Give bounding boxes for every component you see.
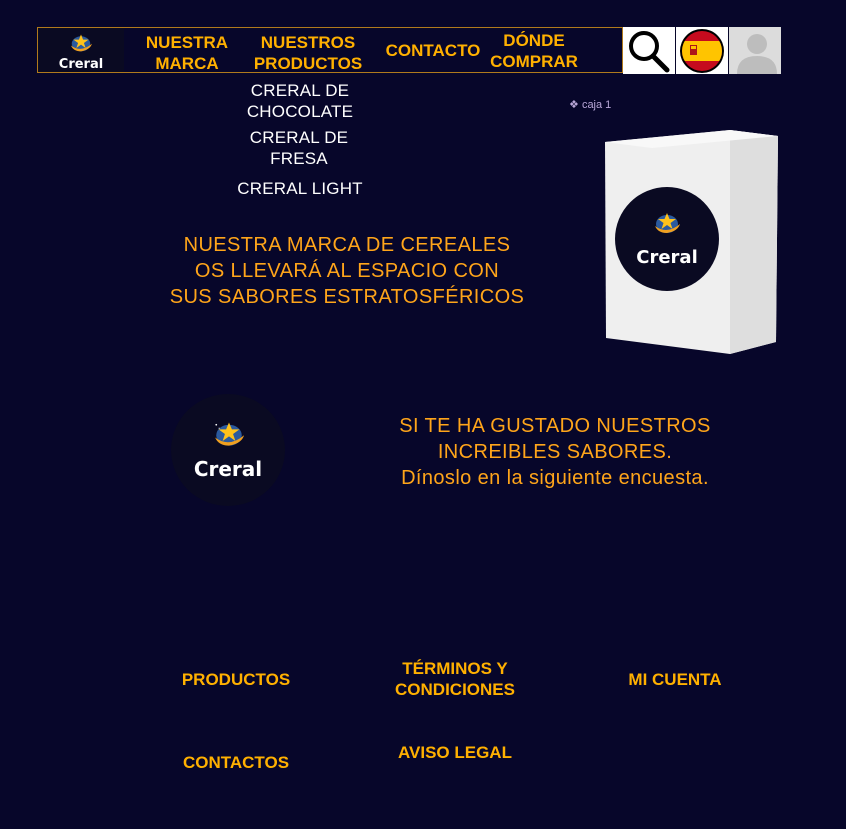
hero-slogan: NUESTRA MARCA DE CEREALES OS LLEVARÁ AL … (150, 232, 544, 310)
survey-line2: INCREIBLES SABORES. (437, 441, 673, 463)
search-button[interactable] (623, 27, 675, 74)
account-button[interactable] (729, 27, 781, 74)
submenu-creral-chocolate-line1: CRERAL DE (250, 81, 350, 100)
product-image-caption: ❖ caja 1 (569, 98, 611, 111)
footer-terminos-line2: CONDICIONES (395, 680, 515, 699)
footer-terminos-link[interactable]: TÉRMINOS Y CONDICIONES (380, 658, 530, 700)
main-navbar: Creral NUESTRA MARCA NUESTROS PRODUCTOS … (37, 27, 623, 73)
footer-mi-cuenta-link[interactable]: MI CUENTA (612, 669, 738, 690)
footer-contactos-link[interactable]: CONTACTOS (166, 752, 306, 773)
nav-donde-comprar-line2: COMPRAR (490, 52, 578, 71)
submenu-creral-light[interactable]: CRERAL LIGHT (230, 178, 370, 199)
footer-productos-link[interactable]: PRODUCTOS (166, 669, 306, 690)
box-logo-text: Creral (636, 247, 698, 268)
footer-aviso-legal-link[interactable]: AVISO LEGAL (384, 742, 526, 763)
submenu-creral-light-line1: CRERAL LIGHT (237, 179, 363, 198)
nav-nuestros-productos-line1: NUESTROS (260, 33, 356, 52)
hero-line2: OS LLEVARÁ AL ESPACIO CON (194, 260, 500, 282)
user-avatar-icon (737, 34, 777, 74)
nav-contacto[interactable]: CONTACTO (381, 40, 485, 61)
nav-nuestros-productos-line2: PRODUCTOS (253, 54, 363, 73)
nav-donde-comprar-line1: DÓNDE (503, 31, 565, 50)
language-button[interactable] (676, 27, 728, 74)
survey-line1: SI TE HA GUSTADO NUESTROS (399, 415, 711, 437)
survey-line3[interactable]: Dínoslo en la siguiente encuesta. (370, 465, 740, 491)
brand-logo-text: Creral (59, 57, 103, 72)
hero-line3: SUS SABORES ESTRATOSFÉRICOS (169, 286, 525, 308)
nav-contacto-label: CONTACTO (385, 41, 481, 60)
spain-flag-icon (680, 29, 724, 73)
cereal-box-image: Creral (605, 130, 778, 354)
nav-donde-comprar[interactable]: DÓNDE COMPRAR (484, 30, 584, 72)
brand-logo[interactable]: Creral (38, 28, 124, 72)
footer-terminos-line1: TÉRMINOS Y (402, 659, 508, 678)
image-placeholder-icon: ❖ (569, 99, 579, 111)
round-logo-text: Creral (194, 457, 262, 481)
submenu-creral-fresa[interactable]: CRERAL DE FRESA (230, 127, 368, 169)
submenu-creral-fresa-line1: CRERAL DE (249, 128, 349, 147)
nav-nuestra-marca[interactable]: NUESTRA MARCA (137, 32, 237, 74)
submenu-creral-chocolate[interactable]: CRERAL DE CHOCOLATE (230, 80, 370, 122)
hero-line1: NUESTRA MARCA DE CEREALES (183, 234, 511, 256)
submenu-creral-chocolate-line2: CHOCOLATE (246, 102, 354, 121)
nav-nuestra-marca-line1: NUESTRA (145, 33, 229, 52)
product-image-caption-text: caja 1 (581, 99, 612, 111)
survey-invite: SI TE HA GUSTADO NUESTROS INCREIBLES SAB… (370, 413, 740, 491)
creral-round-logo: Creral (171, 394, 285, 506)
nav-nuestros-productos[interactable]: NUESTROS PRODUCTOS (248, 32, 368, 74)
nav-nuestra-marca-line2: MARCA (155, 54, 219, 73)
search-icon (629, 31, 670, 73)
submenu-creral-fresa-line2: FRESA (270, 149, 328, 168)
